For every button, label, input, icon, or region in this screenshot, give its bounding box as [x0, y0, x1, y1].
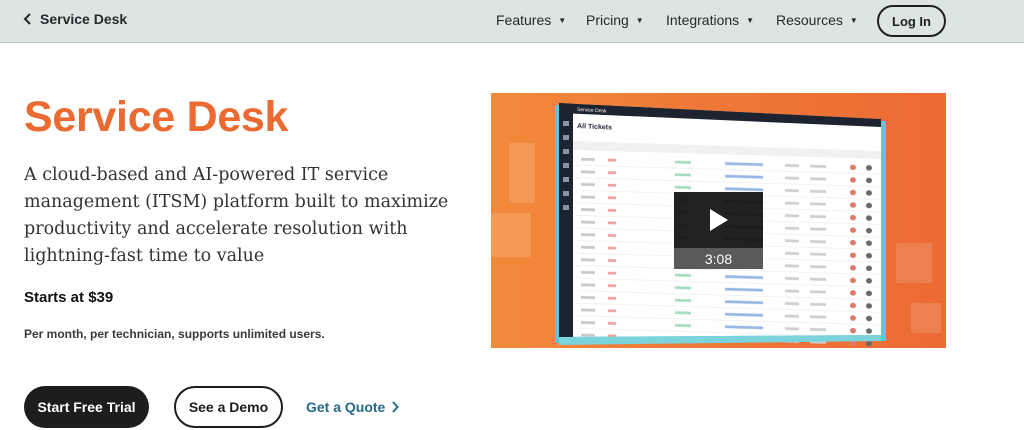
- price-note: Per month, per technician, supports unli…: [24, 327, 325, 341]
- see-a-demo-button[interactable]: See a Demo: [174, 386, 283, 428]
- decorative-square: [509, 143, 535, 203]
- chevron-left-icon: [23, 13, 31, 25]
- nav-pricing-label: Pricing: [586, 12, 629, 28]
- page-title: Service Desk: [24, 93, 289, 141]
- starting-price: Starts at $39: [24, 289, 114, 306]
- hero-description: A cloud-based and AI-powered IT service …: [24, 165, 449, 266]
- top-nav-bar: Service Desk Features ▼ Pricing ▼ Integr…: [0, 0, 1024, 43]
- caret-down-icon: ▼: [849, 16, 858, 25]
- get-a-quote-link[interactable]: Get a Quote: [306, 399, 400, 415]
- back-link-label: Service Desk: [40, 11, 128, 27]
- back-link[interactable]: Service Desk: [22, 11, 127, 27]
- nav-features-label: Features: [496, 12, 552, 28]
- decorative-square: [911, 303, 941, 333]
- product-video[interactable]: Service Desk All Tickets 3:08: [491, 93, 946, 348]
- caret-down-icon: ▼: [558, 16, 567, 25]
- caret-down-icon: ▼: [635, 16, 644, 25]
- video-duration: 3:08: [674, 248, 763, 269]
- nav-integrations[interactable]: Integrations ▼: [666, 12, 754, 28]
- nav-resources[interactable]: Resources ▼: [776, 12, 858, 28]
- play-icon: [710, 209, 728, 231]
- caret-down-icon: ▼: [746, 16, 755, 25]
- nav-resources-label: Resources: [776, 12, 843, 28]
- login-button[interactable]: Log In: [877, 5, 946, 37]
- decorative-square: [896, 243, 932, 283]
- start-free-trial-button[interactable]: Start Free Trial: [24, 386, 149, 428]
- get-a-quote-label: Get a Quote: [306, 399, 386, 415]
- nav-integrations-label: Integrations: [666, 12, 740, 28]
- nav-pricing[interactable]: Pricing ▼: [586, 12, 644, 28]
- chevron-right-icon: [392, 401, 400, 413]
- nav-features[interactable]: Features ▼: [496, 12, 566, 28]
- decorative-square: [491, 213, 531, 257]
